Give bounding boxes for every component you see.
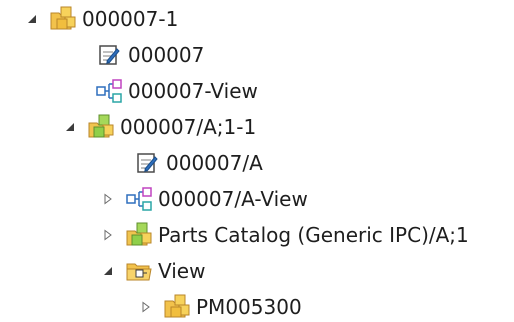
tree-node-label: 000007 bbox=[128, 43, 205, 67]
tree-node-label: 000007-1 bbox=[82, 7, 179, 31]
collapsed-arrow-icon[interactable] bbox=[100, 191, 116, 207]
tree-view: 000007-1 000007 000007-View 000007/A;1-1… bbox=[0, 0, 514, 322]
expanded-arrow-icon[interactable] bbox=[24, 11, 40, 27]
tree-node-000007-a-view[interactable]: 000007/A-View bbox=[100, 181, 308, 217]
tree-node-label: PM005300 bbox=[196, 295, 302, 319]
collapsed-arrow-icon[interactable] bbox=[138, 299, 154, 315]
tree-node-000007-a[interactable]: 000007/A bbox=[108, 145, 263, 181]
view-structure-icon bbox=[94, 76, 124, 106]
green-folder-cube-icon bbox=[124, 220, 154, 250]
view-folder-icon bbox=[124, 256, 154, 286]
yellow-folder-cube-icon bbox=[162, 292, 192, 322]
tree-node-view[interactable]: View bbox=[100, 253, 205, 289]
expanded-arrow-icon[interactable] bbox=[62, 119, 78, 135]
tree-node-label: 000007/A bbox=[166, 151, 263, 175]
tree-node-pm005300[interactable]: PM005300 bbox=[138, 289, 302, 322]
document-edit-icon bbox=[94, 40, 124, 70]
tree-node-label: Parts Catalog (Generic IPC)/A;1 bbox=[158, 223, 469, 247]
tree-node-label: 000007/A;1-1 bbox=[120, 115, 257, 139]
tree-node-label: 000007/A-View bbox=[158, 187, 308, 211]
tree-node-label: 000007-View bbox=[128, 79, 258, 103]
view-structure-icon bbox=[124, 184, 154, 214]
tree-node-label: View bbox=[158, 259, 206, 283]
document-edit-icon bbox=[132, 148, 162, 178]
tree-node-000007-a-1-1[interactable]: 000007/A;1-1 bbox=[62, 109, 256, 145]
tree-node-000007-view[interactable]: 000007-View bbox=[70, 73, 258, 109]
tree-node-parts-catalog[interactable]: Parts Catalog (Generic IPC)/A;1 bbox=[100, 217, 469, 253]
tree-node-000007-1[interactable]: 000007-1 bbox=[24, 1, 178, 37]
expanded-arrow-icon[interactable] bbox=[100, 263, 116, 279]
yellow-folder-cube-icon bbox=[48, 4, 78, 34]
collapsed-arrow-icon[interactable] bbox=[100, 227, 116, 243]
green-folder-cube-icon bbox=[86, 112, 116, 142]
tree-node-000007[interactable]: 000007 bbox=[70, 37, 204, 73]
